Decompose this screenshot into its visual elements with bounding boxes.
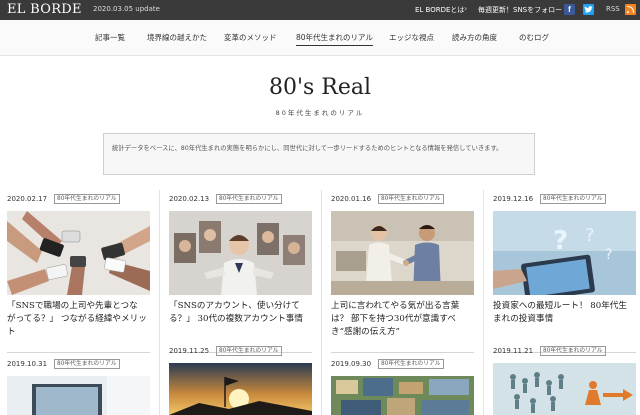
article-category-tag[interactable]: 80年代生まれのリアル — [54, 194, 120, 204]
page-subtitle: 80年代生まれのリアル — [275, 109, 365, 117]
svg-text:?: ? — [553, 226, 568, 256]
article-thumbnail-sunset-flag[interactable] — [169, 363, 312, 415]
svg-text:?: ? — [605, 247, 612, 263]
column-divider — [159, 190, 160, 415]
chevron-right-icon: › — [464, 4, 468, 13]
nav-item-crossing-borders[interactable]: 境界線の越えかた — [147, 32, 207, 43]
article-date: 2020.02.13 — [169, 195, 210, 203]
article-thumbnail-city-aerial[interactable] — [331, 376, 474, 415]
nav-item-80s-real[interactable]: 80年代生まれのリアル — [296, 32, 373, 46]
category-nav: 記事一覧 境界線の越えかた 変革のメソッド 80年代生まれのリアル エッジな視点… — [0, 20, 640, 56]
row-separator — [331, 352, 474, 353]
article-thumbnail-hands-phones[interactable] — [7, 211, 150, 295]
article-date: 2019.12.16 — [493, 195, 534, 203]
site-logo[interactable]: EL BORDE — [7, 2, 82, 17]
article-category-tag[interactable]: 80年代生まれのリアル — [540, 194, 606, 204]
rss-label[interactable]: RSS — [606, 5, 620, 13]
column-divider — [321, 190, 322, 415]
article-date: 2020.02.17 — [7, 195, 48, 203]
article-category-tag[interactable]: 80年代生まれのリアル — [540, 346, 606, 356]
article-date: 2019.11.21 — [493, 347, 534, 355]
article-category-tag[interactable]: 80年代生まれのリアル — [216, 194, 282, 204]
about-link[interactable]: EL BORDEとは — [415, 5, 464, 15]
article-date: 2020.01.16 — [331, 195, 372, 203]
article-date: 2019.09.30 — [331, 360, 372, 368]
article-thumbnail-laptop[interactable] — [7, 376, 150, 415]
svg-text:?: ? — [585, 225, 595, 246]
article-thumbnail-figures-arrow[interactable] — [493, 363, 636, 415]
page-title: 80's Real — [268, 75, 372, 100]
sns-follow-label: 毎週更新！SNSをフォロー — [478, 6, 563, 14]
article-date: 2019.10.31 — [7, 360, 48, 368]
column-divider — [483, 190, 484, 415]
article-category-tag[interactable]: 80年代生まれのリアル — [378, 194, 444, 204]
nav-item-nomu-log[interactable]: のむログ — [519, 32, 549, 43]
row-separator — [7, 352, 150, 353]
article-title[interactable]: 上司に言われてやる気が出る言葉 は？ 部下を持つ30代が意識すべ き“感謝の伝え… — [331, 300, 477, 339]
article-title[interactable]: 「SNSで職場の上司や先輩とつな がってる？」 つながる経緯やメリット — [7, 300, 153, 339]
article-category-tag[interactable]: 80年代生まれのリアル — [378, 359, 444, 369]
article-title[interactable]: 「SNSのアカウント、使い分けて る？」 30代の複数アカウント事情 — [169, 300, 315, 326]
article-thumbnail-tablet[interactable]: ? ? ? — [493, 211, 636, 295]
update-date: 2020.03.05 update — [93, 5, 160, 13]
nav-item-methods[interactable]: 変革のメソッド — [224, 32, 277, 43]
facebook-icon[interactable]: f — [564, 4, 575, 15]
nav-item-all-articles[interactable]: 記事一覧 — [95, 32, 125, 43]
article-category-tag[interactable]: 80年代生まれのリアル — [54, 359, 120, 369]
rss-icon[interactable] — [625, 4, 636, 15]
nav-item-edgy-view[interactable]: エッジな視点 — [389, 32, 434, 43]
article-thumbnail-many-faces[interactable] — [169, 211, 312, 295]
article-thumbnail-handshake[interactable] — [331, 211, 474, 295]
nav-item-reading-angle[interactable]: 読み方の角度 — [452, 32, 497, 43]
top-bar: EL BORDE 2020.03.05 update EL BORDEとは › … — [0, 0, 640, 20]
article-title[interactable]: 投資家への最短ルート！ 80年代生 まれの投資事情 — [493, 300, 639, 326]
article-date: 2019.11.25 — [169, 347, 210, 355]
category-description: 統計データをベースに、80年代生まれの実態を明らかにし、同世代に対して一歩リード… — [103, 133, 535, 175]
article-category-tag[interactable]: 80年代生まれのリアル — [216, 346, 282, 356]
twitter-icon[interactable] — [583, 4, 594, 15]
